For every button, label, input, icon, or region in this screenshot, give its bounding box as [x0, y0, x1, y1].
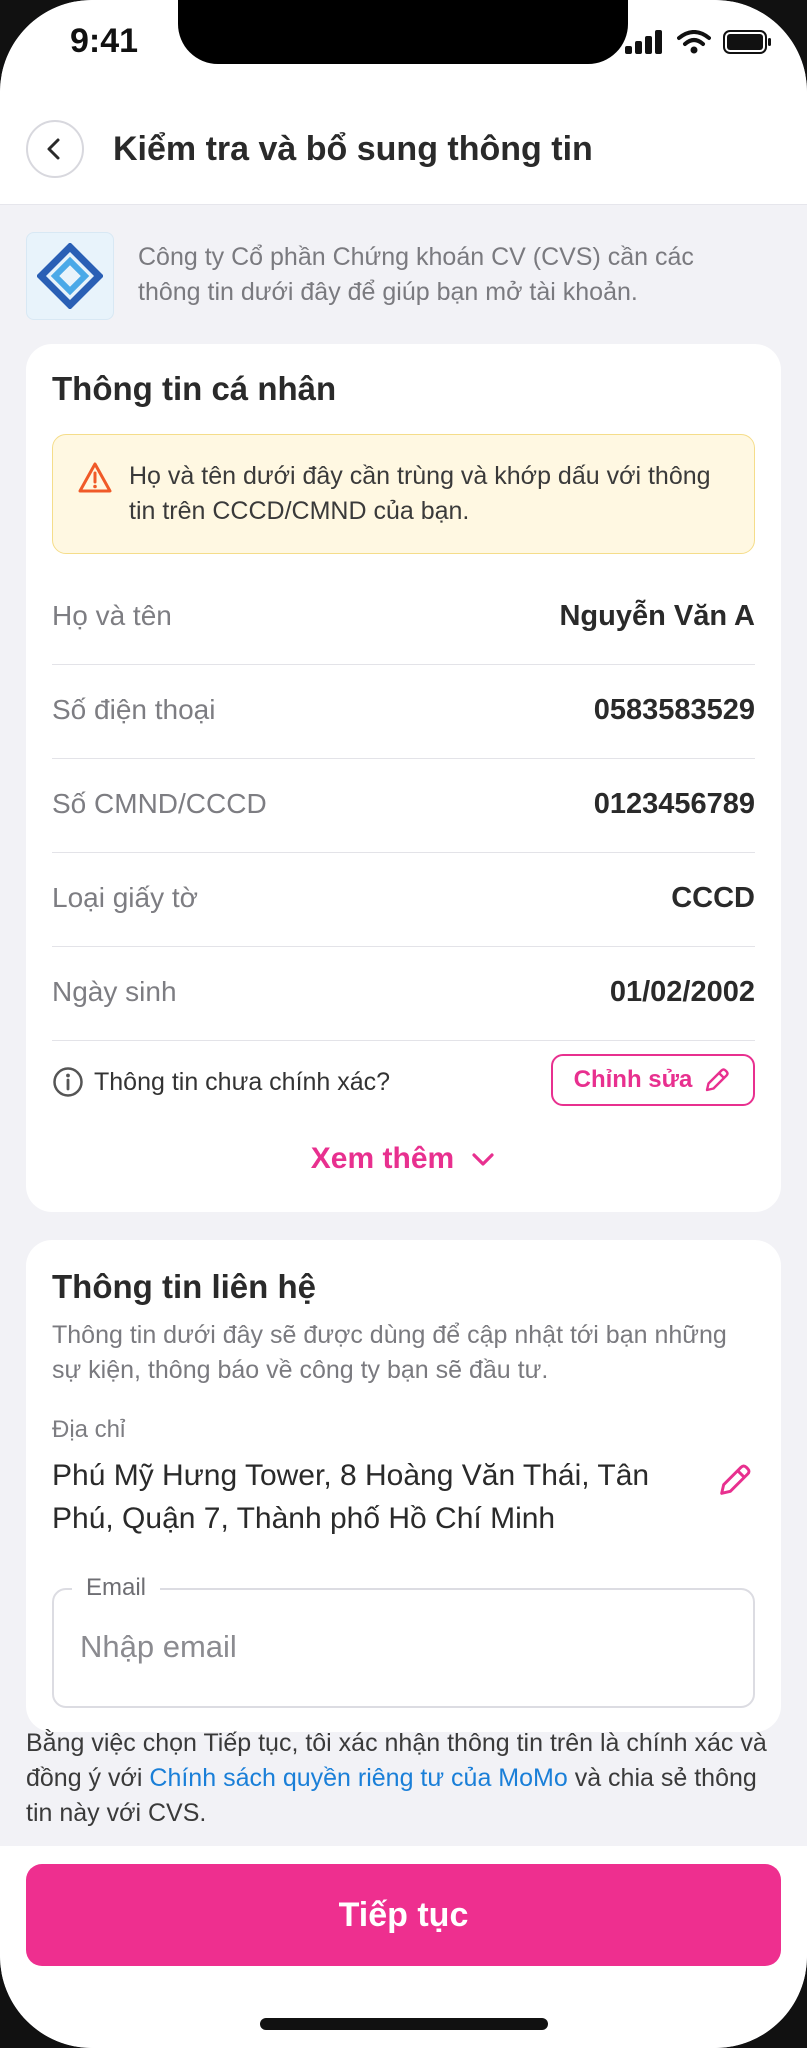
personal-info-title: Thông tin cá nhân [52, 370, 337, 407]
personal-info-card: Thông tin cá nhân Họ và tên dưới đây cần… [26, 344, 781, 1212]
row-label: Số CMND/CCCD [52, 788, 267, 819]
email-field: Email [52, 1574, 755, 1708]
row-label: Họ và tên [52, 600, 172, 631]
battery-icon [723, 30, 771, 54]
row-value: 0583583529 [593, 694, 755, 726]
back-button[interactable] [26, 120, 84, 178]
pencil-icon [720, 1464, 751, 1495]
contact-info-card: Thông tin liên hệ Thông tin dưới đây sẽ … [26, 1240, 781, 1732]
info-circle-icon [53, 1067, 83, 1097]
contact-info-title: Thông tin liên hệ [52, 1268, 316, 1305]
phone-screen: 9:41 Kiểm tra và bổ sung thông tin Công … [0, 0, 807, 2048]
pencil-icon [706, 1068, 730, 1092]
continue-button[interactable]: Tiếp tục [26, 1864, 781, 1966]
status-bar: 9:41 [0, 0, 807, 80]
address-value: Phú Mỹ Hưng Tower, 8 Hoàng Văn Thái, Tân… [52, 1459, 650, 1535]
warning-banner: Họ và tên dưới đây cần trùng và khớp dấu… [52, 434, 755, 554]
row-value: CCCD [671, 882, 755, 914]
row-value: 01/02/2002 [609, 976, 755, 1008]
status-icons [625, 30, 773, 54]
chevron-down-icon [472, 1153, 494, 1166]
contact-info-description: Thông tin dưới đây sẽ được dùng để cập n… [52, 1321, 727, 1384]
privacy-policy-link[interactable]: Chính sách quyền riêng tư của MoMo [149, 1764, 567, 1792]
inaccurate-info-hint: Thông tin chưa chính xác? [52, 1066, 390, 1098]
warning-text: Họ và tên dưới đây cần trùng và khớp dấu… [129, 462, 711, 525]
signal-icon [625, 30, 662, 54]
email-input[interactable] [78, 1618, 722, 1676]
header-bar: Kiểm tra và bổ sung thông tin [0, 80, 807, 205]
row-label: Số điện thoại [52, 694, 216, 725]
chevron-left-icon [47, 138, 60, 160]
edit-info-label: Chỉnh sửa [573, 1066, 693, 1093]
email-label: Email [72, 1574, 161, 1602]
info-row-id-number: Số CMND/CCCD 0123456789 [52, 758, 755, 853]
page-title: Kiểm tra và bổ sung thông tin [113, 130, 593, 168]
cvs-logo-mark [37, 243, 103, 309]
row-label: Ngày sinh [52, 976, 177, 1007]
consent-text: Bằng việc chọn Tiếp tục, tôi xác nhận th… [26, 1726, 781, 1831]
address-label: Địa chỉ [52, 1416, 126, 1443]
cvs-logo [26, 232, 114, 320]
edit-info-button[interactable]: Chỉnh sửa [551, 1054, 755, 1106]
info-row-document-type: Loại giấy tờ CCCD [52, 852, 755, 947]
home-indicator [260, 2018, 548, 2030]
info-row-phone: Số điện thoại 0583583529 [52, 664, 755, 759]
row-value: Nguyễn Văn A [559, 600, 755, 632]
info-row-birth-date: Ngày sinh 01/02/2002 [52, 946, 755, 1041]
info-row-full-name: Họ và tên Nguyễn Văn A [52, 570, 755, 665]
see-more-label: Xem thêm [310, 1142, 455, 1175]
row-label: Loại giấy tờ [52, 882, 199, 913]
wifi-icon [677, 30, 711, 54]
footer-bar: Tiếp tục [0, 1846, 807, 2048]
edit-address-button[interactable] [715, 1460, 755, 1505]
status-time: 9:41 [70, 22, 139, 60]
intro-text: Công ty Cổ phần Chứng khoán CV (CVS) cần… [138, 243, 694, 306]
see-more-button[interactable]: Xem thêm [26, 1142, 781, 1176]
warning-triangle-icon [78, 462, 112, 493]
row-value: 0123456789 [593, 788, 755, 820]
notch [178, 0, 628, 64]
inaccurate-info-text: Thông tin chưa chính xác? [94, 1067, 391, 1096]
